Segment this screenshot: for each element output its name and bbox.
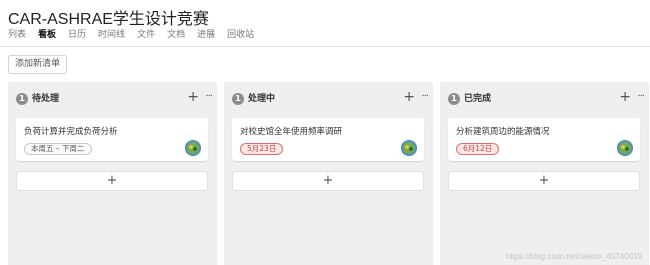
due-date-badge[interactable]: 5月23日 xyxy=(240,143,284,155)
column-title: 待处理 xyxy=(32,94,60,104)
tab-list[interactable]: 列表 xyxy=(8,28,26,42)
column-done: 1 已完成 + ··· 分析建筑周边的能源情况 6月12日 + xyxy=(440,82,649,265)
tab-calendar[interactable]: 日历 xyxy=(68,28,86,42)
add-card-button[interactable]: + xyxy=(232,171,424,191)
task-title: 分析建筑周边的能源情况 xyxy=(456,127,550,137)
project-title: CAR-ASHRAE学生设计竞赛 xyxy=(8,11,209,28)
more-icon[interactable]: ··· xyxy=(205,90,212,104)
avatar[interactable] xyxy=(185,140,201,156)
task-count-badge: 1 xyxy=(232,93,244,105)
task-title: 负荷计算并完成负荷分析 xyxy=(24,127,118,137)
add-card-button[interactable]: + xyxy=(448,171,640,191)
column-header: 1 处理中 + ··· xyxy=(224,82,433,116)
header-divider xyxy=(0,46,650,47)
task-card[interactable]: 对校史馆全年使用频率调研 5月23日 xyxy=(232,118,424,161)
plus-icon[interactable]: + xyxy=(187,90,199,104)
column-title: 已完成 xyxy=(464,94,492,104)
tab-progress[interactable]: 进展 xyxy=(197,28,215,42)
more-icon[interactable]: ··· xyxy=(421,90,428,104)
due-date-badge[interactable]: 6月12日 xyxy=(456,143,500,155)
due-date-badge[interactable]: 本周五 – 下周二 xyxy=(24,143,92,155)
avatar-image xyxy=(401,140,417,156)
task-count-badge: 1 xyxy=(448,93,460,105)
tab-board[interactable]: 看板 xyxy=(38,28,56,42)
column-header: 1 已完成 + ··· xyxy=(440,82,649,116)
column-in-progress: 1 处理中 + ··· 对校史馆全年使用频率调研 5月23日 + xyxy=(224,82,433,265)
add-card-button[interactable]: + xyxy=(16,171,208,191)
add-list-button[interactable]: 添加新清单 xyxy=(8,55,68,74)
tab-files[interactable]: 文件 xyxy=(137,28,155,42)
watermark: https://blog.csdn.net/weixin_45740019 xyxy=(505,252,642,261)
tab-docs[interactable]: 文档 xyxy=(167,28,185,42)
column-title: 处理中 xyxy=(248,94,276,104)
avatar[interactable] xyxy=(617,140,633,156)
view-tabs: 列表 看板 日历 时间线 文件 文档 进展 回收站 xyxy=(8,28,254,42)
column-todo: 1 待处理 + ··· 负荷计算并完成负荷分析 本周五 – 下周二 + xyxy=(8,82,217,265)
task-count-badge: 1 xyxy=(16,93,28,105)
plus-icon[interactable]: + xyxy=(403,90,415,104)
task-card[interactable]: 分析建筑周边的能源情况 6月12日 xyxy=(448,118,640,161)
task-card[interactable]: 负荷计算并完成负荷分析 本周五 – 下周二 xyxy=(16,118,208,161)
avatar-image xyxy=(617,140,633,156)
avatar[interactable] xyxy=(401,140,417,156)
column-header: 1 待处理 + ··· xyxy=(8,82,217,116)
plus-icon[interactable]: + xyxy=(619,90,631,104)
tab-timeline[interactable]: 时间线 xyxy=(98,28,125,42)
more-icon[interactable]: ··· xyxy=(637,90,644,104)
tab-trash[interactable]: 回收站 xyxy=(227,28,254,42)
avatar-image xyxy=(185,140,201,156)
task-title: 对校史馆全年使用频率调研 xyxy=(240,127,343,137)
